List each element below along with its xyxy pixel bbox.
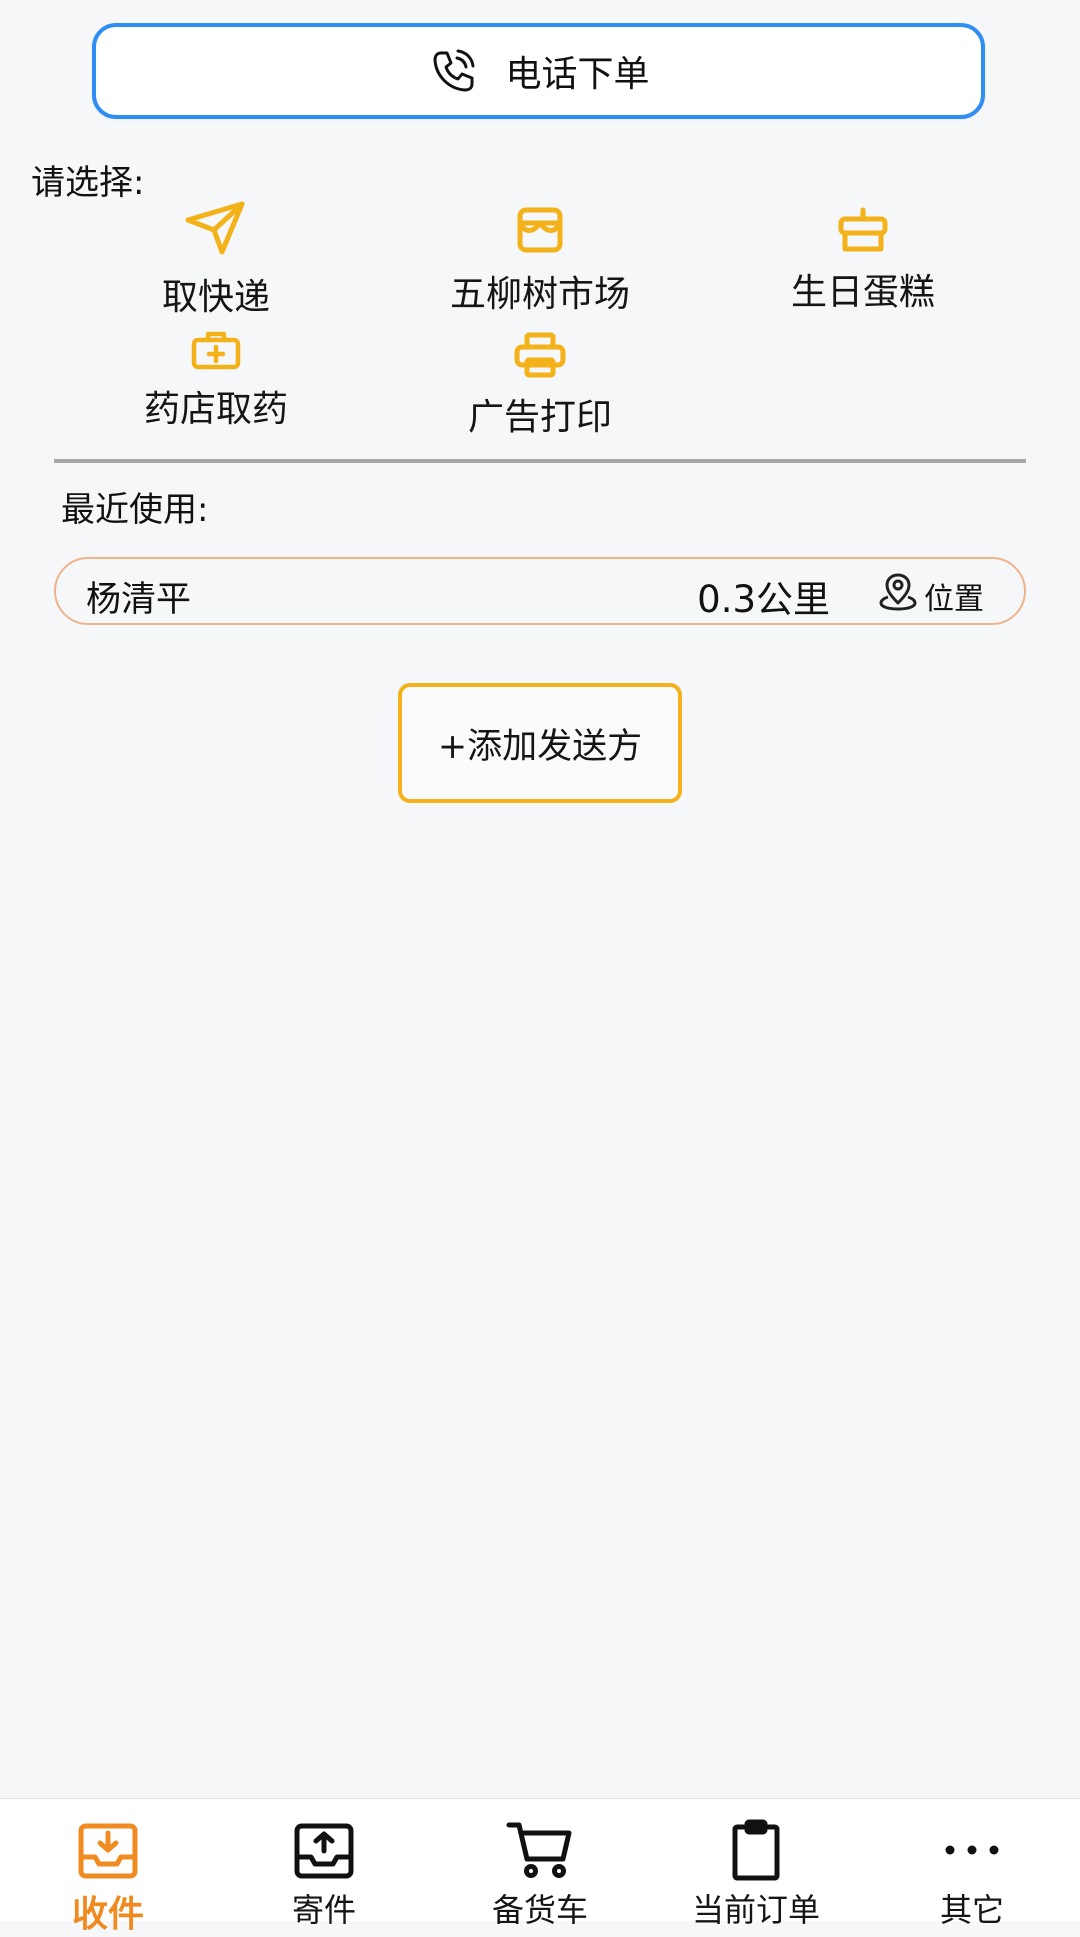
recent-item-distance: 0.3公里 <box>697 578 830 621</box>
inbox-download-icon <box>73 1819 143 1881</box>
tab-other[interactable]: 其它 <box>864 1799 1080 1929</box>
storefront-icon <box>410 205 670 259</box>
printer-icon <box>410 332 670 382</box>
tab-send[interactable]: 寄件 <box>216 1799 432 1929</box>
paper-plane-icon <box>86 200 346 262</box>
more-dots-icon <box>937 1819 1007 1881</box>
tab-label: 当前订单 <box>691 1891 820 1929</box>
tab-receive[interactable]: 收件 <box>0 1799 216 1935</box>
recent-section-title: 最近使用: <box>61 490 209 530</box>
category-label: 生日蛋糕 <box>790 272 935 313</box>
tab-cart[interactable]: 备货车 <box>432 1799 648 1929</box>
category-birthday-cake[interactable]: 生日蛋糕 <box>733 207 993 315</box>
category-ad-printing[interactable]: 广告打印 <box>410 332 670 440</box>
category-label: 五柳树市场 <box>449 274 630 315</box>
location-label: 位置 <box>924 582 984 617</box>
tab-label: 备货车 <box>491 1891 588 1929</box>
medicine-box-icon <box>86 330 346 374</box>
recent-item-location-button[interactable]: 位置 <box>878 573 984 619</box>
tab-label: 其它 <box>939 1891 1004 1929</box>
category-label: 广告打印 <box>467 397 612 438</box>
inbox-upload-icon <box>289 1819 359 1881</box>
phone-call-icon <box>427 45 479 97</box>
category-pharmacy-pickup[interactable]: 药店取药 <box>86 330 346 432</box>
category-label: 取快递 <box>161 277 270 318</box>
location-pin-icon <box>878 573 918 619</box>
category-pickup-express[interactable]: 取快递 <box>86 200 346 320</box>
recent-item[interactable]: 杨清平 0.3公里 位置 <box>54 557 1026 625</box>
phone-order-button[interactable]: 电话下单 <box>92 23 985 119</box>
category-wuliushu-market[interactable]: 五柳树市场 <box>410 205 670 317</box>
tab-label: 寄件 <box>291 1891 356 1929</box>
phone-order-label: 电话下单 <box>505 54 650 95</box>
choose-section-title: 请选择: <box>31 163 145 203</box>
cart-icon <box>505 1819 575 1881</box>
bottom-tab-bar: 收件 寄件 备货车 当前订单 其它 <box>0 1798 1080 1935</box>
add-sender-button[interactable]: +添加发送方 <box>398 683 682 803</box>
recent-item-name: 杨清平 <box>86 580 192 620</box>
category-label: 药店取药 <box>143 389 288 430</box>
section-divider <box>54 459 1026 463</box>
clipboard-icon <box>721 1819 791 1881</box>
tab-label: 收件 <box>71 1894 144 1935</box>
tab-current-orders[interactable]: 当前订单 <box>648 1799 864 1929</box>
cake-icon <box>733 207 993 257</box>
